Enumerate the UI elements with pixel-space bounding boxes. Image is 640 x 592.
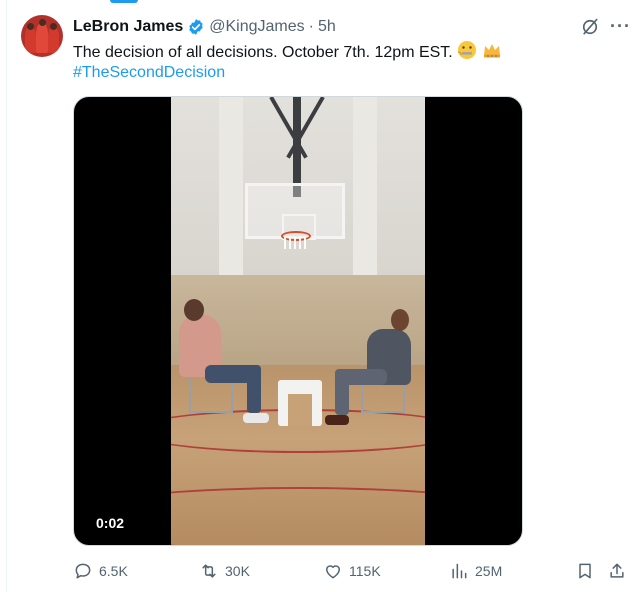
share-icon [610, 563, 624, 578]
tweet-header: LeBron James @KingJames · 5h [73, 17, 336, 37]
tweet-text-body: The decision of all decisions. October 7… [73, 44, 453, 61]
bookmark-icon [579, 563, 591, 579]
bookmark-button[interactable] [575, 560, 595, 582]
video-timer: 0:02 [96, 515, 125, 531]
video-frame [171, 97, 425, 545]
tweet-time[interactable]: 5h [318, 18, 336, 36]
repost-icon [202, 564, 216, 578]
like-count: 115K [349, 563, 381, 579]
repost-button[interactable]: 30K [199, 560, 250, 582]
reply-button[interactable]: 6.5K [73, 560, 128, 582]
views-chart-icon [452, 563, 467, 579]
video-player[interactable]: 0:02 [73, 96, 523, 546]
separator-dot: · [308, 18, 314, 35]
hashtag-link[interactable]: #TheSecondDecision [73, 62, 225, 84]
share-button[interactable] [607, 560, 627, 582]
zipper-mouth-face-icon [458, 41, 477, 59]
more-options-icon[interactable]: ··· [610, 16, 631, 37]
active-tab-indicator [110, 0, 138, 3]
grok-icon[interactable] [580, 17, 600, 37]
crown-icon [483, 44, 500, 58]
heart-icon [326, 565, 340, 579]
views-button[interactable]: 25M [449, 560, 502, 582]
author-handle[interactable]: @KingJames [209, 18, 304, 36]
like-button[interactable]: 115K [323, 560, 381, 582]
action-bar: 6.5K 30K 115K 25M [73, 560, 633, 582]
tweet-text: The decision of all decisions. October 7… [73, 40, 593, 64]
views-count: 25M [475, 563, 503, 579]
repost-count: 30K [225, 563, 250, 579]
author-name[interactable]: LeBron James [73, 18, 183, 36]
reply-icon [75, 563, 91, 579]
reply-count: 6.5K [99, 563, 128, 579]
column-divider [6, 0, 7, 592]
avatar[interactable] [21, 15, 63, 57]
verified-badge-icon [189, 19, 203, 35]
